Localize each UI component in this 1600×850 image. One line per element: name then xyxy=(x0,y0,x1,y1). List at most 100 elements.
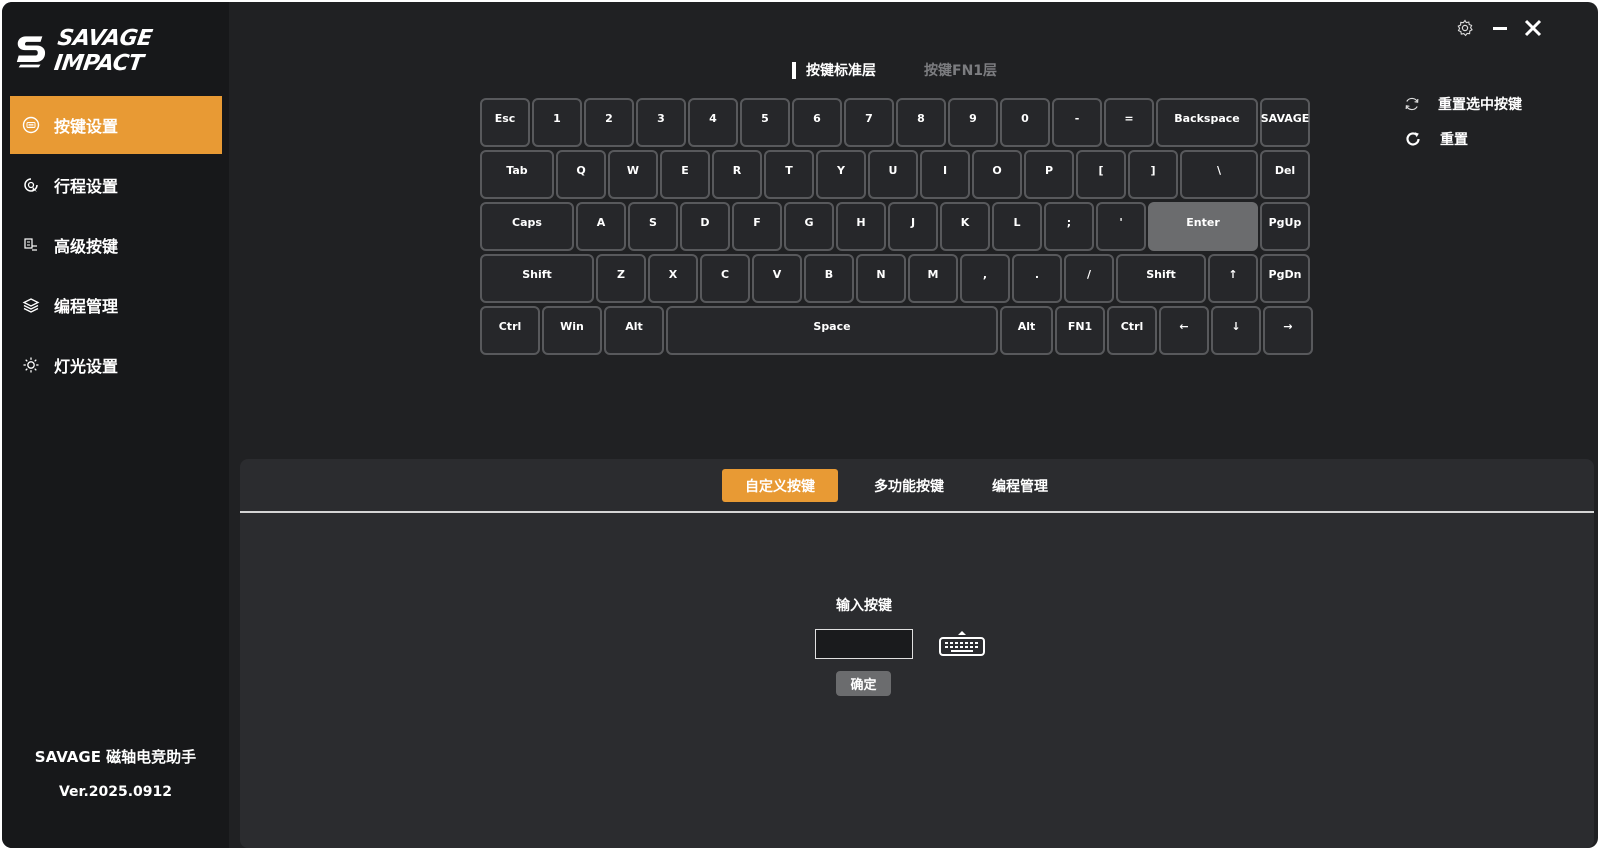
key-m[interactable]: M xyxy=(908,254,958,303)
app-window: SAVAGE I M P A C T 按键设置 行程设置 高级按键 编程管理 灯光设置 S… xyxy=(2,2,1598,848)
key-j[interactable]: J xyxy=(888,202,938,251)
key-sym1-11[interactable]: [ xyxy=(1076,150,1126,199)
key-sym4-7[interactable]: ← xyxy=(1159,306,1209,355)
key-9[interactable]: 9 xyxy=(948,98,998,147)
key-1[interactable]: 1 xyxy=(532,98,582,147)
key-5[interactable]: 5 xyxy=(740,98,790,147)
key-8[interactable]: 8 xyxy=(896,98,946,147)
key-pgup[interactable]: PgUp xyxy=(1260,202,1310,251)
key-f[interactable]: F xyxy=(732,202,782,251)
key-o[interactable]: O xyxy=(972,150,1022,199)
settings-gear-button[interactable] xyxy=(1453,16,1477,40)
key-del[interactable]: Del xyxy=(1260,150,1310,199)
key-backspace[interactable]: Backspace xyxy=(1156,98,1258,147)
key-3[interactable]: 3 xyxy=(636,98,686,147)
key-sym3-8[interactable]: , xyxy=(960,254,1010,303)
sidebar-item-travel-settings[interactable]: 行程设置 xyxy=(10,156,222,214)
sidebar-item-lighting[interactable]: 灯光设置 xyxy=(10,336,222,394)
key-k[interactable]: K xyxy=(940,202,990,251)
key-e[interactable]: E xyxy=(660,150,710,199)
key-7[interactable]: 7 xyxy=(844,98,894,147)
key-6[interactable]: 6 xyxy=(792,98,842,147)
sidebar-item-label: 按键设置 xyxy=(54,117,119,136)
key-sym3-12[interactable]: ↑ xyxy=(1208,254,1258,303)
key-sym0-11[interactable]: - xyxy=(1052,98,1102,147)
travel-circle-icon xyxy=(22,176,40,194)
key-q[interactable]: Q xyxy=(556,150,606,199)
key-w[interactable]: W xyxy=(608,150,658,199)
key-esc[interactable]: Esc xyxy=(480,98,530,147)
key-alt[interactable]: Alt xyxy=(604,306,664,355)
key-sym3-10[interactable]: / xyxy=(1064,254,1114,303)
close-button[interactable] xyxy=(1521,16,1545,40)
key-sym3-9[interactable]: . xyxy=(1012,254,1062,303)
key-u[interactable]: U xyxy=(868,150,918,199)
key-s[interactable]: S xyxy=(628,202,678,251)
tab-custom-key[interactable]: 自定义按键 xyxy=(722,469,838,502)
key-b[interactable]: B xyxy=(804,254,854,303)
key-p[interactable]: P xyxy=(1024,150,1074,199)
key-y[interactable]: Y xyxy=(816,150,866,199)
key-sym1-13[interactable]: \ xyxy=(1180,150,1258,199)
key-z[interactable]: Z xyxy=(596,254,646,303)
key-sym1-12[interactable]: ] xyxy=(1128,150,1178,199)
key-sym2-10[interactable]: ; xyxy=(1044,202,1094,251)
key-2[interactable]: 2 xyxy=(584,98,634,147)
reset-selected-key-button[interactable]: 重置选中按键 xyxy=(1404,94,1522,114)
key-input[interactable] xyxy=(815,629,913,659)
tab-fn1-layer[interactable]: 按键FN1层 xyxy=(924,60,997,80)
sidebar-nav: 按键设置 行程设置 高级按键 编程管理 灯光设置 xyxy=(10,96,222,396)
key-shift[interactable]: Shift xyxy=(1116,254,1206,303)
key-win[interactable]: Win xyxy=(542,306,602,355)
sidebar-item-key-settings[interactable]: 按键设置 xyxy=(10,96,222,154)
key-4[interactable]: 4 xyxy=(688,98,738,147)
key-r[interactable]: R xyxy=(712,150,762,199)
keyboard-layout: Esc 1 2 3 4 5 6 7 8 9 0- = Backspace SAVAGE Tab Q W E R T Y U… xyxy=(480,98,1313,360)
reset-selected-label: 重置选中按键 xyxy=(1438,97,1522,113)
key-a[interactable]: A xyxy=(576,202,626,251)
key-c[interactable]: C xyxy=(700,254,750,303)
tab-multifunction-key[interactable]: 多功能按键 xyxy=(862,469,956,502)
key-h[interactable]: H xyxy=(836,202,886,251)
key-savage[interactable]: SAVAGE xyxy=(1260,98,1310,147)
key-alt[interactable]: Alt xyxy=(1000,306,1053,355)
tab-programming[interactable]: 编程管理 xyxy=(980,469,1060,502)
key-n[interactable]: N xyxy=(856,254,906,303)
sidebar-item-programming[interactable]: 编程管理 xyxy=(10,276,222,334)
key-x[interactable]: X xyxy=(648,254,698,303)
confirm-button[interactable]: 确定 xyxy=(836,671,891,696)
sidebar-item-label: 编程管理 xyxy=(54,297,119,316)
key-d[interactable]: D xyxy=(680,202,730,251)
key-ctrl[interactable]: Ctrl xyxy=(480,306,540,355)
tab-standard-layer[interactable]: 按键标准层 xyxy=(792,60,876,80)
reset-button[interactable]: 重置 xyxy=(1404,129,1468,149)
divider xyxy=(240,511,1594,513)
key-i[interactable]: I xyxy=(920,150,970,199)
key-sym0-12[interactable]: = xyxy=(1104,98,1154,147)
key-tab[interactable]: Tab xyxy=(480,150,554,199)
key-0[interactable]: 0 xyxy=(1000,98,1050,147)
key-enter[interactable]: Enter xyxy=(1148,202,1258,251)
virtual-keyboard-button[interactable] xyxy=(937,629,987,659)
panel-tabs: 自定义按键 多功能按键 编程管理 xyxy=(722,469,1060,502)
key-pgdn[interactable]: PgDn xyxy=(1260,254,1310,303)
sidebar-item-label: 灯光设置 xyxy=(54,357,119,376)
key-ctrl[interactable]: Ctrl xyxy=(1107,306,1157,355)
key-v[interactable]: V xyxy=(752,254,802,303)
key-sym2-11[interactable]: ' xyxy=(1096,202,1146,251)
key-t[interactable]: T xyxy=(764,150,814,199)
tab-label: 按键FN1层 xyxy=(924,63,998,79)
sidebar-item-advanced-keys[interactable]: 高级按键 xyxy=(10,216,222,274)
layers-icon xyxy=(22,296,40,314)
key-fn1[interactable]: FN1 xyxy=(1055,306,1105,355)
minimize-button[interactable] xyxy=(1488,16,1512,40)
key-g[interactable]: G xyxy=(784,202,834,251)
key-sym4-8[interactable]: ↓ xyxy=(1211,306,1261,355)
key-space[interactable]: Space xyxy=(666,306,998,355)
key-caps[interactable]: Caps xyxy=(480,202,574,251)
key-shift[interactable]: Shift xyxy=(480,254,594,303)
key-sym4-9[interactable]: → xyxy=(1263,306,1313,355)
input-key-label: 输入按键 xyxy=(836,598,892,614)
key-l[interactable]: L xyxy=(992,202,1042,251)
reset-icon xyxy=(1406,132,1420,146)
